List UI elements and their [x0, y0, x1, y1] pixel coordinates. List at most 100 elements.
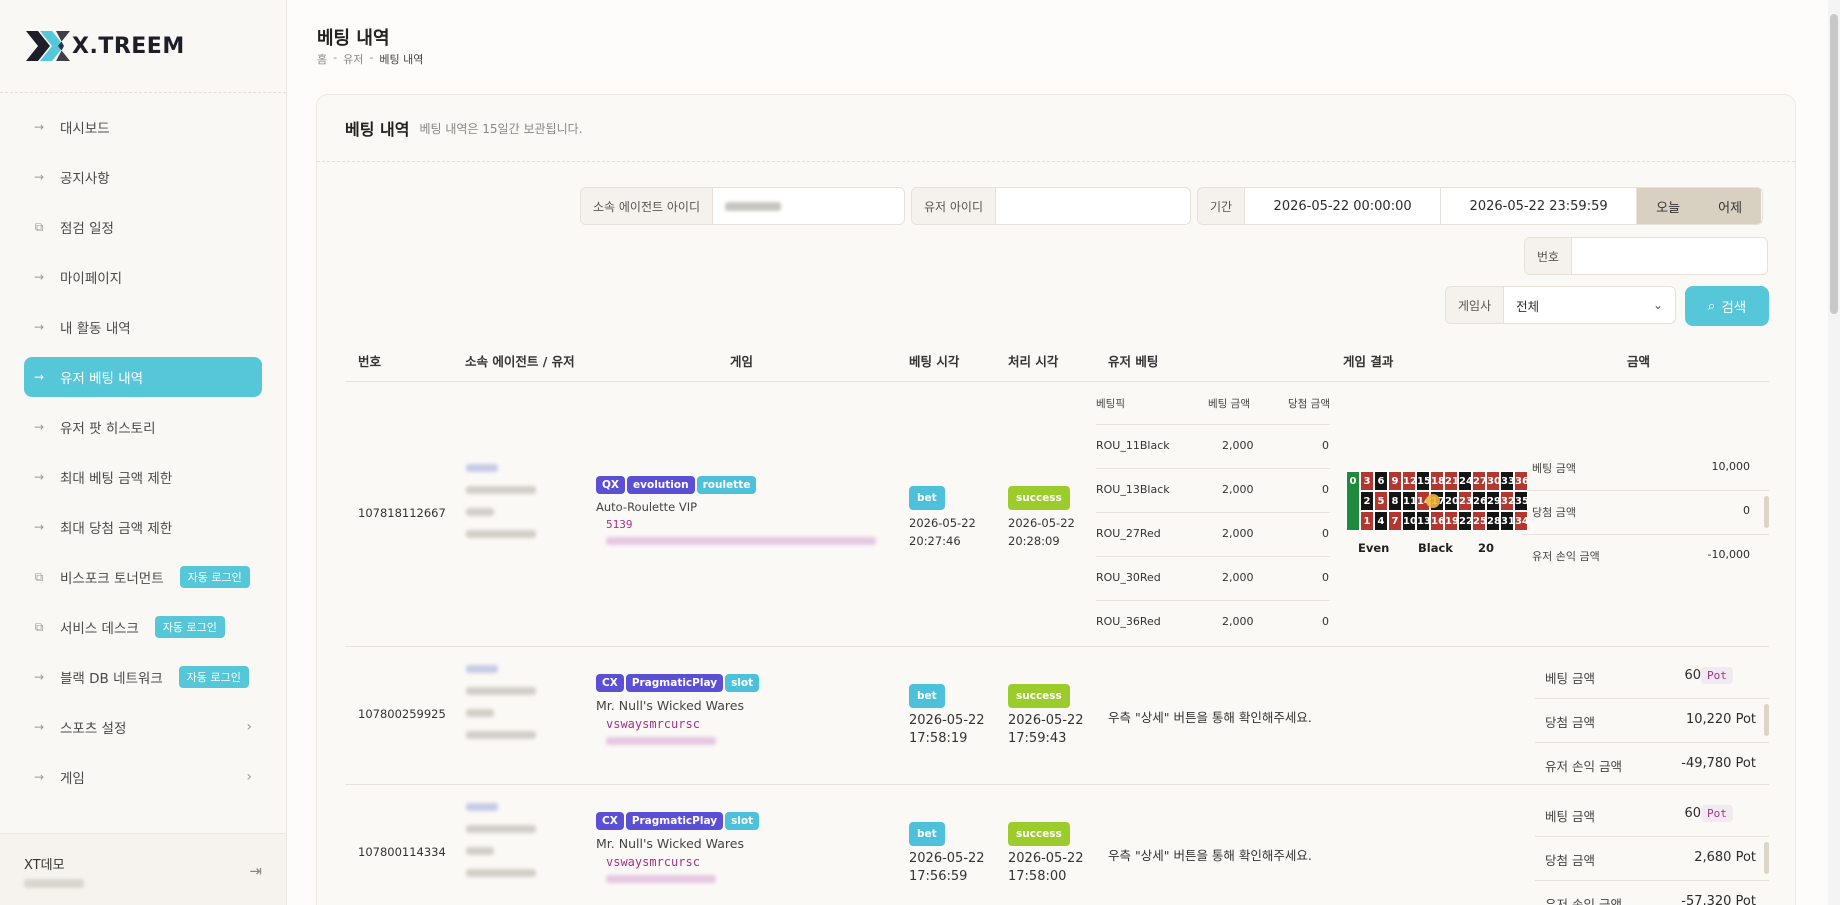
vendor-select[interactable]: 게임사 전체 ⌄ — [1445, 286, 1676, 324]
roulette-cell: 36 — [1514, 471, 1529, 491]
external-link-icon: ⧉ — [34, 619, 44, 634]
sidebar-item-8[interactable]: → 최대 당첨 금액 제한 — [24, 507, 262, 547]
bet-time-cell: bet 2026-05-22 17:58:19 — [909, 684, 985, 748]
sub-divider — [1096, 424, 1330, 425]
roulette-cell: 7 — [1388, 511, 1402, 531]
page-scrollbar[interactable] — [1828, 0, 1840, 905]
row-divider — [345, 784, 1769, 785]
redacted-round-id — [606, 875, 716, 883]
agent-user-redacted[interactable] — [466, 803, 556, 891]
sidebar-item-13[interactable]: → 게임 › — [24, 757, 262, 797]
detail-button[interactable] — [1764, 496, 1769, 528]
roulette-cell: 6 — [1374, 471, 1388, 491]
sidebar-item-5[interactable]: → 유저 베팅 내역 — [24, 357, 262, 397]
roulette-cell: 0 — [1346, 471, 1360, 531]
breadcrumb-item[interactable]: 유저 — [343, 51, 363, 67]
card-subtitle: 베팅 내역은 15일간 보관됩니다. — [419, 121, 583, 136]
sidebar-item-label: 스포츠 설정 — [60, 721, 127, 737]
agent-user-redacted[interactable] — [466, 665, 556, 753]
game-name[interactable]: Auto-Roulette VIP — [596, 500, 886, 514]
sidebar-item-7[interactable]: → 최대 베팅 금액 제한 — [24, 457, 262, 497]
roulette-cell: 35 — [1514, 491, 1529, 511]
sidebar-item-label: 최대 당첨 금액 제한 — [60, 521, 173, 537]
agent-id-field[interactable]: 소속 에이전트 아이디 — [580, 187, 905, 225]
game-code[interactable]: vswaysmrcursc — [606, 855, 886, 869]
row-divider — [345, 646, 1769, 647]
game-name[interactable]: Mr. Null's Wicked Wares — [596, 836, 886, 851]
game-tag: PragmaticPlay — [625, 674, 724, 692]
roulette-cell: 21 — [1444, 471, 1459, 491]
sidebar-item-6[interactable]: → 유저 팟 히스토리 — [24, 407, 262, 447]
breadcrumb-item[interactable]: 홈 — [317, 51, 327, 67]
sidebar-item-9[interactable]: ⧉ 비스포크 토너먼트 자동 로그인 — [24, 557, 262, 597]
roulette-cell: 24 — [1458, 471, 1473, 491]
detail-button[interactable] — [1764, 704, 1769, 736]
proc-status-badge: success — [1008, 822, 1070, 846]
logout-icon[interactable]: ⇥ — [249, 862, 262, 880]
column-header: 번호 — [358, 354, 382, 369]
redacted-text — [466, 665, 498, 673]
winning-marker-icon — [1426, 494, 1440, 508]
sidebar-item-2[interactable]: ⧉ 점검 일정 — [24, 207, 262, 247]
vendor-value[interactable]: 전체 ⌄ — [1504, 287, 1675, 323]
detail-button[interactable] — [1764, 842, 1769, 874]
pot-unit-badge: Pot — [1701, 667, 1733, 684]
arrow-right-icon: → — [33, 670, 45, 684]
game-code[interactable]: vswaysmrcursc — [606, 717, 886, 731]
redacted-round-id — [606, 737, 716, 745]
sub-divider — [1096, 600, 1330, 601]
brand-name: X.TREEM — [72, 33, 185, 59]
proc-date: 2026-05-22 — [1008, 713, 1084, 728]
sidebar-item-12[interactable]: → 스포츠 설정 › — [24, 707, 262, 747]
user-id-field[interactable]: 유저 아이디 — [911, 187, 1191, 225]
roulette-cell: 9 — [1388, 471, 1402, 491]
game-name[interactable]: Mr. Null's Wicked Wares — [596, 698, 886, 713]
pick-win-amount: 0 — [1322, 615, 1329, 628]
bet-date: 2026-05-22 — [909, 516, 976, 530]
amount-value: 2,680 Pot — [1694, 850, 1756, 865]
proc-time-cell: success 2026-05-22 17:59:43 — [1008, 684, 1084, 748]
yesterday-button[interactable]: 어제 — [1699, 188, 1762, 224]
today-button[interactable]: 오늘 — [1637, 188, 1700, 224]
amount-label: 베팅 금액 — [1545, 671, 1595, 686]
sidebar-item-1[interactable]: → 공지사항 — [24, 157, 262, 197]
proc-time-cell: success 2026-05-22 17:58:00 — [1008, 822, 1084, 886]
auto-login-badge[interactable]: 자동 로그인 — [179, 566, 250, 588]
user-id-input[interactable] — [996, 188, 1190, 224]
number-field[interactable]: 번호 — [1524, 237, 1768, 275]
sidebar-item-3[interactable]: → 마이페이지 — [24, 257, 262, 297]
auto-login-badge[interactable]: 자동 로그인 — [178, 666, 249, 688]
sidebar-item-11[interactable]: → 블랙 DB 네트워크 자동 로그인 — [24, 657, 262, 697]
sidebar-item-0[interactable]: → 대시보드 — [24, 107, 262, 147]
bet-id[interactable]: 107800114334 — [358, 845, 446, 859]
sidebar-item-label: 대시보드 — [60, 121, 110, 137]
column-header: 금액 — [1627, 354, 1651, 369]
external-link-icon: ⧉ — [34, 569, 44, 584]
agent-user-redacted[interactable] — [466, 464, 556, 552]
search-button[interactable]: ⌕ 검색 — [1685, 286, 1769, 326]
sidebar-item-label: 공지사항 — [60, 171, 110, 187]
sidebar-item-4[interactable]: → 내 활동 내역 — [24, 307, 262, 347]
search-icon: ⌕ — [1707, 298, 1716, 314]
scrollbar-thumb[interactable] — [1830, 14, 1838, 314]
redacted-text — [466, 530, 536, 538]
sidebar-item-10[interactable]: ⧉ 서비스 데스크 자동 로그인 — [24, 607, 262, 647]
game-code[interactable]: 5139 — [606, 518, 886, 531]
sidebar-item-label: 게임 — [60, 771, 85, 787]
number-input[interactable] — [1572, 238, 1767, 274]
amount-label: 유저 손익 금액 — [1545, 759, 1622, 774]
start-date-input[interactable]: 2026-05-22 00:00:00 — [1245, 188, 1442, 224]
arrow-right-icon: → — [33, 420, 45, 434]
sidebar-item-label: 최대 베팅 금액 제한 — [60, 471, 173, 487]
amount-value: 10,220 Pot — [1686, 712, 1756, 727]
amount-value: -57,320 Pot — [1681, 894, 1756, 905]
logo[interactable]: X.TREEM — [0, 0, 286, 93]
bet-id[interactable]: 107800259925 — [358, 707, 446, 721]
column-header: 게임 결과 — [1343, 354, 1394, 369]
bet-id[interactable]: 107818112667 — [358, 506, 446, 520]
arrow-right-icon: → — [33, 470, 45, 484]
agent-id-input[interactable] — [713, 188, 904, 224]
auto-login-badge[interactable]: 자동 로그인 — [154, 616, 225, 638]
redacted-text — [466, 847, 494, 855]
end-date-input[interactable]: 2026-05-22 23:59:59 — [1441, 188, 1638, 224]
